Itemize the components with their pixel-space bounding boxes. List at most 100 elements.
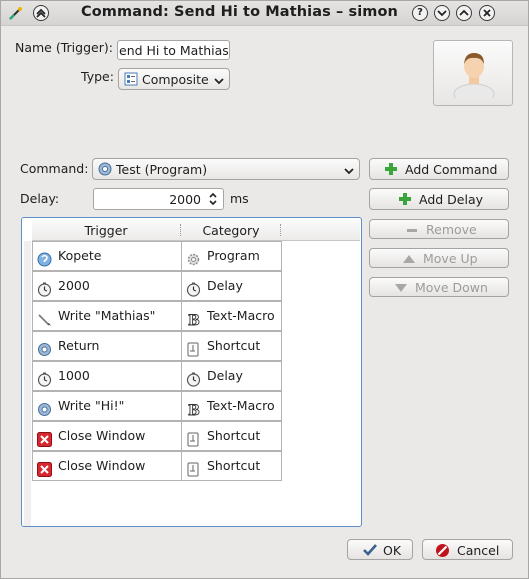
move-up-button[interactable]: Move Up <box>369 248 509 268</box>
trigger-text: 2000 <box>58 278 90 293</box>
plus-icon <box>384 162 398 179</box>
command-select[interactable]: Test (Program) <box>92 158 360 180</box>
add-command-button[interactable]: Add Command <box>369 158 509 180</box>
table-header: Trigger Category <box>32 220 360 241</box>
maximize-icon[interactable] <box>456 5 472 21</box>
trigger-text: Close Window <box>58 428 146 443</box>
program-icon <box>37 399 52 416</box>
close-window-icon <box>37 429 52 447</box>
help-icon[interactable]: ? <box>412 5 428 21</box>
cancel-label: Cancel <box>457 543 500 558</box>
trigger-text: Write "Mathias" <box>58 308 156 323</box>
command-icon-button[interactable] <box>433 40 513 106</box>
pen-icon <box>37 309 52 326</box>
program-icon <box>37 339 52 356</box>
remove-label: Remove <box>426 222 477 237</box>
column-separator <box>280 224 282 236</box>
column-header-trigger[interactable]: Trigger <box>32 223 180 238</box>
cancel-icon <box>435 543 450 561</box>
trigger-cell[interactable]: Write "Mathias" <box>32 301 182 331</box>
plus-icon <box>398 192 412 209</box>
clock-icon <box>186 279 201 297</box>
delay-unit: ms <box>230 191 249 206</box>
trigger-text: Return <box>58 338 100 353</box>
move-up-label: Move Up <box>423 251 478 266</box>
ok-button[interactable]: OK <box>347 539 413 560</box>
add-delay-button[interactable]: Add Delay <box>369 188 509 210</box>
title-bar: Command: Send Hi to Mathias – simon ? <box>1 1 528 26</box>
category-cell[interactable]: Shortcut <box>181 331 282 361</box>
ok-label: OK <box>383 543 402 558</box>
trigger-cell[interactable]: Write "Hi!" <box>32 391 182 421</box>
close-window-icon <box>37 459 52 477</box>
category-cell[interactable]: Shortcut <box>181 421 282 451</box>
type-label: Type: <box>81 69 114 84</box>
row-gutter <box>24 241 31 526</box>
trigger-cell[interactable]: Close Window <box>32 451 182 481</box>
category-text: Delay <box>207 278 243 293</box>
shortcut-icon <box>186 339 201 357</box>
keep-above-icon[interactable] <box>33 5 49 21</box>
table-row[interactable]: Kopete Program <box>32 241 291 271</box>
kopete-icon <box>37 249 52 267</box>
column-header-category[interactable]: Category <box>181 223 281 238</box>
delay-spinbox[interactable]: 2000 <box>93 188 224 210</box>
add-delay-label: Add Delay <box>419 192 484 207</box>
spin-arrows-icon[interactable] <box>208 191 218 210</box>
name-label: Name (Trigger): <box>15 40 113 55</box>
trigger-cell[interactable]: Kopete <box>32 241 182 271</box>
minimize-icon[interactable] <box>434 5 450 21</box>
close-icon[interactable] <box>479 5 495 21</box>
checkmark-icon <box>362 543 378 560</box>
category-cell[interactable]: Delay <box>181 361 282 391</box>
category-text: Program <box>207 248 260 263</box>
arrow-down-icon <box>394 282 408 297</box>
trigger-cell[interactable]: Close Window <box>32 421 182 451</box>
command-list-table[interactable]: Trigger Category Kopete Program 2000 Delay W… <box>21 217 362 527</box>
trigger-text: Write "Hi!" <box>58 398 125 413</box>
text-macro-icon: B <box>186 309 201 330</box>
chevron-down-icon <box>344 164 354 179</box>
clock-icon <box>37 279 52 297</box>
command-select-value: Test (Program) <box>116 162 208 177</box>
remove-button[interactable]: Remove <box>369 219 509 239</box>
gear-icon <box>186 249 201 266</box>
svg-text:B: B <box>188 313 200 327</box>
table-row[interactable]: Return Shortcut <box>32 331 291 361</box>
table-row[interactable]: Write "Hi!" B Text-Macro <box>32 391 291 421</box>
move-down-label: Move Down <box>415 280 488 295</box>
category-cell[interactable]: Program <box>181 241 282 271</box>
category-text: Delay <box>207 368 243 383</box>
category-text: Shortcut <box>207 338 261 353</box>
trigger-cell[interactable]: 1000 <box>32 361 182 391</box>
type-select[interactable]: Composite <box>118 68 230 90</box>
table-row[interactable]: Close Window Shortcut <box>32 421 291 451</box>
category-cell[interactable]: B Text-Macro <box>181 391 282 421</box>
table-row[interactable]: Write "Mathias" B Text-Macro <box>32 301 291 331</box>
category-cell[interactable]: B Text-Macro <box>181 301 282 331</box>
name-field[interactable]: end Hi to Mathias <box>117 40 230 60</box>
add-command-label: Add Command <box>405 162 498 177</box>
category-text: Shortcut <box>207 458 261 473</box>
table-row[interactable]: 2000 Delay <box>32 271 291 301</box>
table-row[interactable]: 1000 Delay <box>32 361 291 391</box>
clock-icon <box>186 369 201 387</box>
move-down-button[interactable]: Move Down <box>369 277 509 297</box>
category-text: Shortcut <box>207 428 261 443</box>
trigger-cell[interactable]: Return <box>32 331 182 361</box>
text-macro-icon: B <box>186 399 201 420</box>
table-row[interactable]: Close Window Shortcut <box>32 451 291 481</box>
category-cell[interactable]: Shortcut <box>181 451 282 481</box>
chevron-down-icon <box>214 74 224 89</box>
trigger-cell[interactable]: 2000 <box>32 271 182 301</box>
name-field-value: end Hi to Mathias <box>119 43 229 58</box>
cancel-button[interactable]: Cancel <box>422 539 513 560</box>
app-menu-icon[interactable] <box>8 5 24 21</box>
delay-label: Delay: <box>20 191 60 206</box>
arrow-up-icon <box>402 253 416 268</box>
shortcut-icon <box>186 459 201 477</box>
program-icon <box>98 162 112 176</box>
trigger-text: 1000 <box>58 368 90 383</box>
category-cell[interactable]: Delay <box>181 271 282 301</box>
minus-icon <box>406 224 418 239</box>
